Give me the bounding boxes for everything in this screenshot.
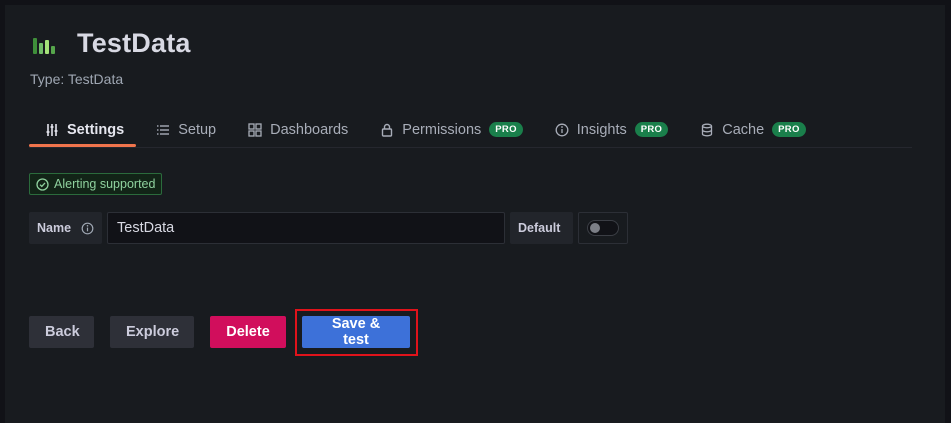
page-title: TestData	[77, 28, 191, 58]
page-header: TestData	[33, 28, 191, 59]
pro-badge: PRO	[772, 122, 806, 137]
alert-badge-label: Alerting supported	[54, 177, 156, 191]
back-button[interactable]: Back	[29, 316, 94, 348]
delete-button[interactable]: Delete	[210, 316, 286, 348]
name-input[interactable]	[107, 212, 505, 244]
tab-insights[interactable]: Insights PRO	[539, 116, 680, 143]
app-frame: TestData Type: TestData Settings Setup D…	[0, 0, 951, 423]
lock-icon	[380, 123, 394, 137]
info-circle-icon	[555, 123, 569, 137]
name-field-row: Name Default	[29, 212, 628, 244]
default-toggle[interactable]	[587, 220, 619, 236]
tab-setup[interactable]: Setup	[140, 116, 228, 143]
default-label: Default	[510, 212, 573, 244]
tab-dashboards[interactable]: Dashboards	[232, 116, 360, 143]
tab-cache[interactable]: Cache PRO	[684, 116, 817, 143]
tab-label: Setup	[178, 121, 217, 138]
tab-label: Settings	[67, 121, 125, 138]
save-and-test-button[interactable]: Save & test	[302, 316, 410, 348]
alerting-supported-badge: Alerting supported	[29, 173, 163, 195]
tab-label: Insights	[576, 121, 627, 138]
info-circle-icon[interactable]	[81, 222, 94, 235]
tab-bar: Settings Setup Dashboards Permissions PR…	[29, 116, 912, 148]
tab-label: Permissions	[402, 121, 482, 138]
page-subtitle: Type: TestData	[30, 71, 124, 87]
tab-permissions[interactable]: Permissions PRO	[364, 116, 534, 143]
explore-button[interactable]: Explore	[110, 316, 194, 348]
toggle-knob	[590, 223, 600, 233]
check-circle-icon	[36, 177, 49, 191]
tab-settings[interactable]: Settings	[29, 116, 137, 147]
list-icon	[156, 123, 170, 137]
apps-icon	[248, 122, 262, 137]
default-toggle-container	[578, 212, 628, 244]
pro-badge: PRO	[489, 122, 523, 137]
sliders-icon	[45, 123, 59, 137]
tab-label: Dashboards	[270, 121, 349, 138]
name-label-text: Name	[37, 221, 72, 235]
pro-badge: PRO	[634, 122, 669, 137]
name-label: Name	[29, 212, 102, 244]
testdata-logo-icon	[33, 34, 55, 54]
tab-label: Cache	[722, 121, 765, 138]
database-icon	[700, 123, 714, 137]
